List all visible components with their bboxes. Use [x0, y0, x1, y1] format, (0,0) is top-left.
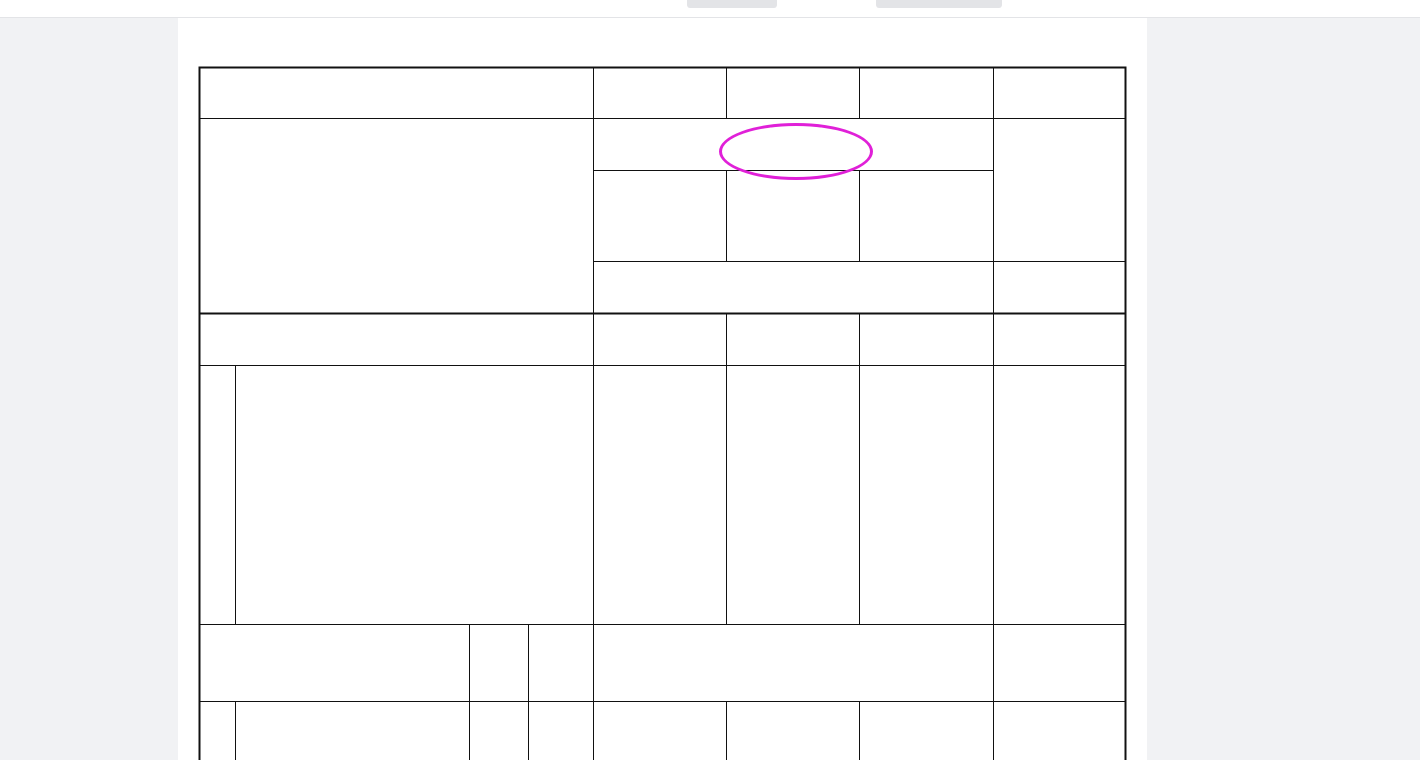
code-col-4 [993, 67, 1126, 118]
qty-header-unit [469, 624, 528, 701]
code-col-1 [593, 67, 726, 118]
total-col-3 [859, 313, 993, 365]
resource-unit [469, 701, 528, 753]
unit-cols-1-3 [593, 261, 993, 313]
total-col-1 [593, 313, 726, 365]
toolbar-tab[interactable] [687, 0, 777, 8]
code-col-2 [726, 67, 859, 118]
col-title-4 [993, 118, 1126, 261]
col-title-3 [859, 170, 993, 261]
document-page [178, 18, 1147, 760]
qty-header-unit-price [528, 624, 593, 701]
col-title-1 [593, 170, 726, 261]
quota-number-label [199, 67, 593, 118]
total-col-2 [726, 313, 859, 365]
col-title-2 [726, 170, 859, 261]
toolbar-tab[interactable] [876, 0, 1002, 8]
unit-col-4 [993, 261, 1126, 313]
code-col-3 [859, 67, 993, 118]
total-cost-label [199, 313, 593, 365]
total-col-4 [993, 313, 1126, 365]
viewer-toolbar [0, 0, 1420, 18]
